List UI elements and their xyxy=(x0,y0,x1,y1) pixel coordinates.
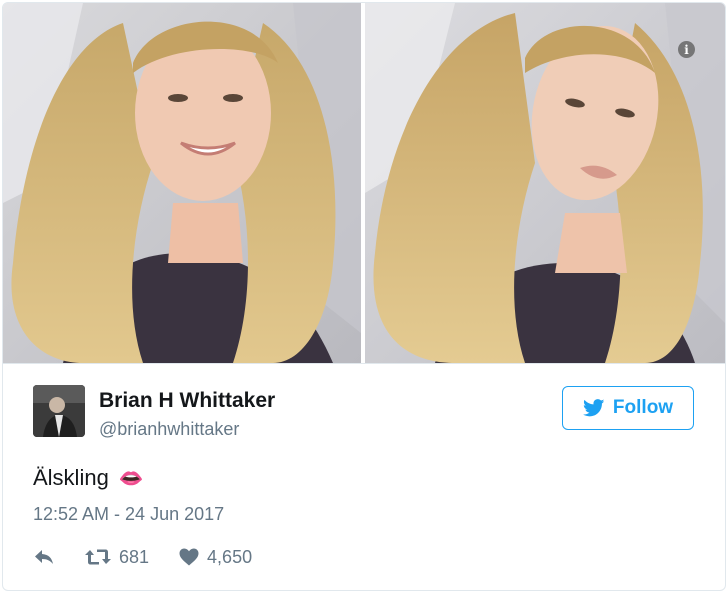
retweet-count: 681 xyxy=(119,546,150,567)
follow-button[interactable]: Follow xyxy=(562,386,694,430)
info-icon[interactable]: i xyxy=(678,41,695,58)
photo-left[interactable] xyxy=(3,3,361,363)
tweet-timestamp[interactable]: 12:52 AM - 24 Jun 2017 xyxy=(33,504,224,525)
author-name[interactable]: Brian H Whittaker xyxy=(99,389,275,413)
heart-icon xyxy=(179,548,199,566)
reply-button[interactable] xyxy=(33,548,55,566)
avatar[interactable] xyxy=(33,385,85,437)
tweet-text-content: Älskling xyxy=(33,465,109,490)
like-count: 4,650 xyxy=(207,546,253,567)
tweet-text: Älskling 👄 xyxy=(33,465,144,491)
photo-right[interactable]: i xyxy=(365,3,725,363)
retweet-button[interactable]: 681 xyxy=(85,547,149,568)
like-button[interactable]: 4,650 xyxy=(179,547,252,568)
lips-emoji: 👄 xyxy=(118,467,144,490)
tweet-card: i Brian H Whittaker @brianhwhittaker Fol… xyxy=(2,2,726,591)
twitter-bird-icon xyxy=(582,399,605,417)
author-handle[interactable]: @brianhwhittaker xyxy=(99,419,239,440)
tweet-actions: 681 4,650 xyxy=(33,543,252,571)
tweet-media: i xyxy=(3,3,725,363)
media-divider xyxy=(3,363,725,364)
reply-icon xyxy=(35,550,53,564)
retweet-icon xyxy=(85,549,111,565)
follow-label: Follow xyxy=(612,397,674,418)
